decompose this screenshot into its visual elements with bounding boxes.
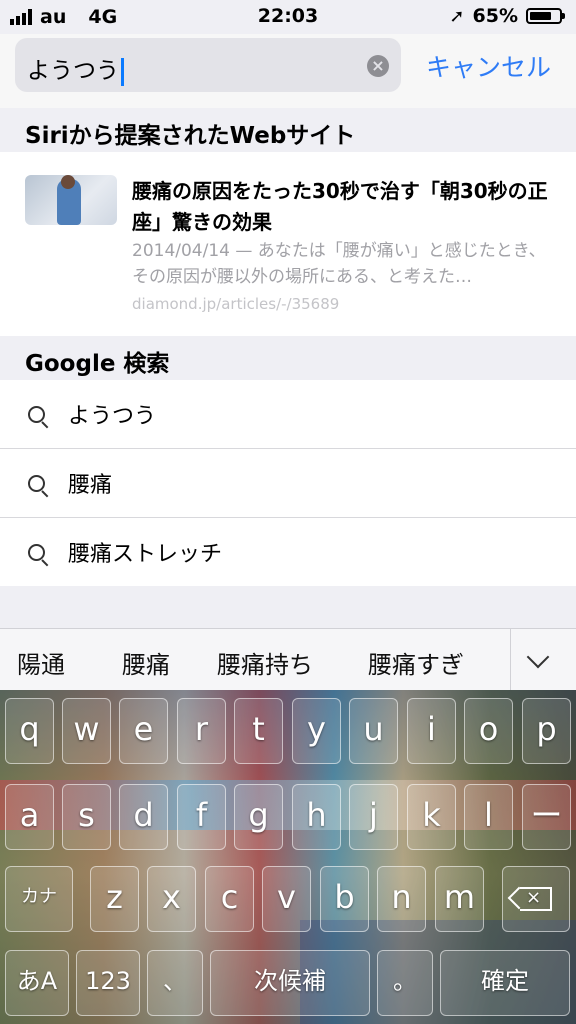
key-a[interactable]: a [5,784,54,850]
siri-section-header: Siriから提案されたWebサイト [0,108,576,152]
key-p[interactable]: p [522,698,571,764]
keyboard: q w e r t y u i o p a s d f g h j k l ー … [0,690,576,1024]
prediction-candidate[interactable]: 腰痛持ち [217,645,313,680]
list-item[interactable]: 腰痛 [0,449,576,518]
key-k[interactable]: k [407,784,456,850]
period-key[interactable]: 。 [377,950,433,1016]
key-d[interactable]: d [119,784,168,850]
search-field-value[interactable]: ようつう [27,51,124,86]
key-x[interactable]: x [147,866,196,932]
key-r[interactable]: r [177,698,226,764]
battery-icon [526,8,565,24]
number-key[interactable]: 123 [76,950,140,1016]
key-v[interactable]: v [262,866,311,932]
status-bar: au 4G 22:03 ➚ 65% [0,0,576,34]
thumbnail-head [61,175,75,189]
suggestion-label: 腰痛 [68,473,113,498]
prediction-bar: 陽通 腰痛 腰痛持ち 腰痛すぎ [0,628,576,691]
key-b[interactable]: b [320,866,369,932]
key-c[interactable]: c [205,866,254,932]
google-suggestion-list: ようつう 腰痛 腰痛ストレッチ [0,380,576,586]
key-j[interactable]: j [349,784,398,850]
input-mode-key[interactable]: あA [5,950,69,1016]
key-u[interactable]: u [349,698,398,764]
result-title: 腰痛の原因をたった30秒で治す「朝30秒の正座」驚きの効果 [132,179,548,234]
key-q[interactable]: q [5,698,54,764]
key-s[interactable]: s [62,784,111,850]
list-item[interactable]: ようつう [0,380,576,449]
google-section-header: Google 検索 [0,336,576,380]
battery-percent: 65% [472,5,518,27]
return-key[interactable]: 確定 [440,950,570,1016]
key-g[interactable]: g [234,784,283,850]
prediction-candidate[interactable]: 陽通 [17,645,65,680]
text-cursor [121,57,124,86]
google-section-title: Google 検索 [25,351,170,377]
key-t[interactable]: t [234,698,283,764]
key-y[interactable]: y [292,698,341,764]
prediction-divider [510,629,511,691]
result-thumbnail [25,175,117,225]
comma-key[interactable]: 、 [147,950,203,1016]
siri-section-title: Siriから提案されたWebサイト [25,123,356,149]
key-f[interactable]: f [177,784,226,850]
cancel-button[interactable]: キャンセル [426,48,551,84]
prediction-candidate[interactable]: 腰痛すぎ [368,645,464,680]
search-icon [28,406,45,423]
search-header: ようつう × キャンセル [0,34,576,109]
key-z[interactable]: z [90,866,139,932]
search-input[interactable]: ようつう × [15,38,401,92]
suggestion-label: ようつう [68,404,157,429]
key-e[interactable]: e [119,698,168,764]
backspace-key[interactable]: × [502,866,570,932]
key-o[interactable]: o [464,698,513,764]
location-icon: ➚ [449,5,465,27]
backspace-icon: × [520,887,552,911]
chevron-down-icon[interactable] [526,645,550,669]
suggestion-label: 腰痛ストレッチ [68,542,223,567]
search-icon [28,475,45,492]
result-url: diamond.jp/articles/-/35689 [132,295,340,313]
key-w[interactable]: w [62,698,111,764]
result-description: 2014/04/14 — あなたは「腰が痛い」と感じたとき、その原因が腰以外の場… [132,241,546,287]
search-icon [28,544,45,561]
clear-icon[interactable]: × [367,55,389,77]
space-key[interactable]: 次候補 [210,950,370,1016]
key-i[interactable]: i [407,698,456,764]
key-n[interactable]: n [377,866,426,932]
key-long-vowel[interactable]: ー [522,784,571,850]
status-right: ➚ 65% [449,5,565,27]
siri-suggested-result[interactable]: 腰痛の原因をたった30秒で治す「朝30秒の正座」驚きの効果 2014/04/14… [0,152,576,336]
kana-key[interactable]: カナ [5,866,73,932]
key-l[interactable]: l [464,784,513,850]
prediction-candidate[interactable]: 腰痛 [122,645,170,680]
search-query-text: ようつう [27,58,119,84]
key-m[interactable]: m [435,866,484,932]
key-h[interactable]: h [292,784,341,850]
list-item[interactable]: 腰痛ストレッチ [0,518,576,586]
